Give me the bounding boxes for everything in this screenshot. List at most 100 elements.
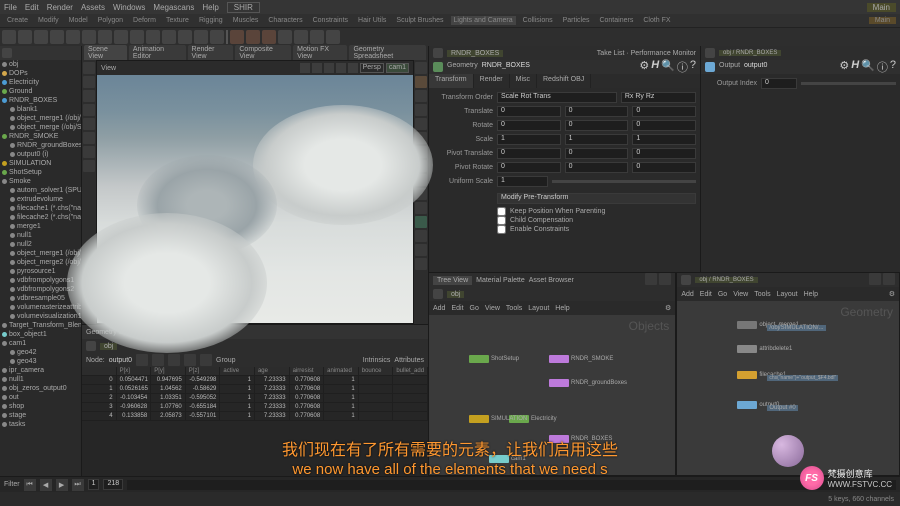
ss-header-cell[interactable]: active bbox=[220, 367, 255, 375]
search-icon[interactable]: 🔍 bbox=[661, 59, 675, 75]
tree-item[interactable]: Smoke bbox=[0, 177, 81, 186]
tree-item[interactable]: Ground bbox=[0, 87, 81, 96]
ss-header-cell[interactable]: P[z] bbox=[186, 367, 221, 375]
tree-item[interactable]: ipr_camera bbox=[0, 366, 81, 375]
shelf-tool-icon[interactable] bbox=[262, 30, 276, 44]
shelf-tool-icon[interactable] bbox=[178, 30, 192, 44]
node-preview-sphere[interactable] bbox=[772, 435, 804, 467]
net-list-icon[interactable] bbox=[869, 273, 881, 285]
ss-node-value[interactable]: output0 bbox=[109, 357, 132, 364]
info-icon[interactable]: ⓘ bbox=[677, 59, 688, 75]
tree-item[interactable]: object_merge1 (/obj/S... bbox=[0, 114, 81, 123]
pin-icon[interactable] bbox=[681, 275, 691, 285]
param-y-field[interactable]: 0 bbox=[565, 106, 629, 117]
scale-tool-icon[interactable] bbox=[83, 104, 95, 116]
net-menu[interactable]: Help bbox=[555, 305, 569, 312]
tab-motion-fx[interactable]: Motion FX View bbox=[293, 45, 347, 61]
tree-item[interactable]: autorn_solver1 (SPU... bbox=[0, 186, 81, 195]
display-opt-icon[interactable] bbox=[415, 62, 427, 74]
tree-item[interactable]: null1 bbox=[0, 231, 81, 240]
shelf-tab[interactable]: Texture bbox=[163, 16, 192, 25]
check-enable-constraints[interactable] bbox=[497, 225, 506, 234]
ss-header-cell[interactable]: bullet_add bbox=[393, 367, 428, 375]
shelf-tool-icon[interactable] bbox=[114, 30, 128, 44]
ss-header-cell[interactable]: P[x] bbox=[117, 367, 152, 375]
display-opt-icon[interactable] bbox=[415, 230, 427, 242]
param-x-field[interactable]: 0 bbox=[497, 148, 561, 159]
param-y-field[interactable]: 1 bbox=[565, 134, 629, 145]
ss-mode-icon[interactable] bbox=[136, 354, 148, 366]
net-menu[interactable]: View bbox=[733, 291, 748, 298]
net-menu[interactable]: Go bbox=[718, 291, 727, 298]
uniform-scale-slider[interactable] bbox=[552, 180, 696, 183]
menu-help[interactable]: Help bbox=[202, 3, 218, 12]
vp-icon[interactable] bbox=[300, 63, 310, 73]
tab-transform[interactable]: Transform bbox=[429, 74, 474, 88]
display-opt-icon[interactable] bbox=[415, 258, 427, 270]
tab-render[interactable]: Render bbox=[474, 74, 510, 88]
tree-item[interactable]: merge1 bbox=[0, 222, 81, 231]
net-menu[interactable]: Tools bbox=[754, 291, 770, 298]
shelf-main[interactable]: Main bbox=[869, 17, 896, 24]
desktop-main[interactable]: Main bbox=[867, 3, 896, 12]
tree-item[interactable]: blank1 bbox=[0, 105, 81, 114]
tree-item[interactable]: geo42 bbox=[0, 348, 81, 357]
transform-order-select[interactable]: Scale Rot Trans bbox=[497, 92, 617, 103]
net-grid-icon[interactable] bbox=[659, 273, 671, 285]
node-canvas-geometry[interactable]: Geometry object_merge1attribdelete1filec… bbox=[677, 301, 899, 475]
pin-icon[interactable] bbox=[433, 289, 443, 299]
tree-item[interactable]: extrudevolume bbox=[0, 195, 81, 204]
shelf-tool-icon[interactable] bbox=[82, 30, 96, 44]
tree-item[interactable]: object_merge (/obj/S... bbox=[0, 123, 81, 132]
shelf-tool-icon[interactable] bbox=[130, 30, 144, 44]
tab-render-view[interactable]: Render View bbox=[188, 45, 234, 61]
table-row[interactable]: 2-0.1034541.03351-0.59505217.233330.7706… bbox=[82, 394, 428, 403]
param-x-field[interactable]: 1 bbox=[497, 134, 561, 145]
shelf-tool-icon[interactable] bbox=[230, 30, 244, 44]
ss-mode-icon[interactable] bbox=[168, 354, 180, 366]
net-menu[interactable]: Add bbox=[681, 291, 693, 298]
view-tool-icon[interactable] bbox=[83, 118, 95, 130]
timeline-track[interactable] bbox=[127, 480, 896, 490]
net-menu[interactable]: View bbox=[485, 305, 500, 312]
shelf-tab[interactable]: Constraints bbox=[310, 16, 351, 25]
net-list-icon[interactable] bbox=[645, 273, 657, 285]
h-icon[interactable]: H bbox=[851, 59, 859, 75]
shelf-tab[interactable]: Model bbox=[66, 16, 91, 25]
shelf-tool-icon[interactable] bbox=[66, 30, 80, 44]
viewport-3d[interactable]: View Persp cam1 bbox=[96, 60, 414, 324]
tab-misc[interactable]: Misc bbox=[510, 74, 537, 88]
param-breadcrumb[interactable]: RNDR_BOXES bbox=[447, 50, 503, 57]
pin-icon[interactable] bbox=[705, 48, 715, 58]
tree-root[interactable]: obj bbox=[0, 60, 81, 69]
shelf-tab[interactable]: Particles bbox=[560, 16, 593, 25]
perf-monitor[interactable]: Take List · Performance Monitor bbox=[597, 50, 696, 57]
check-keep-position[interactable] bbox=[497, 207, 506, 216]
search-icon[interactable]: 🔍 bbox=[861, 59, 875, 75]
net-menu[interactable]: Edit bbox=[451, 305, 463, 312]
shelf-tool-icon[interactable] bbox=[162, 30, 176, 44]
shelf-tool-icon[interactable] bbox=[146, 30, 160, 44]
vp-camera-dropdown[interactable]: cam1 bbox=[386, 63, 409, 73]
shelf-tool-icon[interactable] bbox=[2, 30, 16, 44]
output-index-slider[interactable] bbox=[801, 82, 896, 85]
tree-item[interactable]: Electricity bbox=[0, 78, 81, 87]
param-z-field[interactable]: 0 bbox=[632, 148, 696, 159]
tree-item[interactable]: null2 bbox=[0, 240, 81, 249]
param-name[interactable]: output0 bbox=[744, 62, 767, 72]
play-first-icon[interactable]: ⏮ bbox=[24, 479, 36, 491]
display-opt-icon[interactable] bbox=[415, 216, 427, 228]
menu-edit[interactable]: Edit bbox=[25, 3, 39, 12]
shelf-tab[interactable]: Collisions bbox=[520, 16, 556, 25]
node[interactable]: attribdelete1 bbox=[737, 345, 792, 353]
ss-intrinsics[interactable]: Intrinsics bbox=[363, 357, 391, 364]
menu-file[interactable]: File bbox=[4, 3, 17, 12]
tree-item[interactable]: RNDR_groundBoxes bbox=[0, 141, 81, 150]
select-tool-icon[interactable] bbox=[83, 62, 95, 74]
check-child-comp[interactable] bbox=[497, 216, 506, 225]
tree-item[interactable]: box_object1 bbox=[0, 330, 81, 339]
shelf-tab[interactable]: Create bbox=[4, 16, 31, 25]
net-menu[interactable]: Layout bbox=[777, 291, 798, 298]
param-breadcrumb[interactable]: obj / RNDR_BOXES bbox=[719, 50, 781, 56]
tree-icon[interactable] bbox=[2, 48, 12, 58]
